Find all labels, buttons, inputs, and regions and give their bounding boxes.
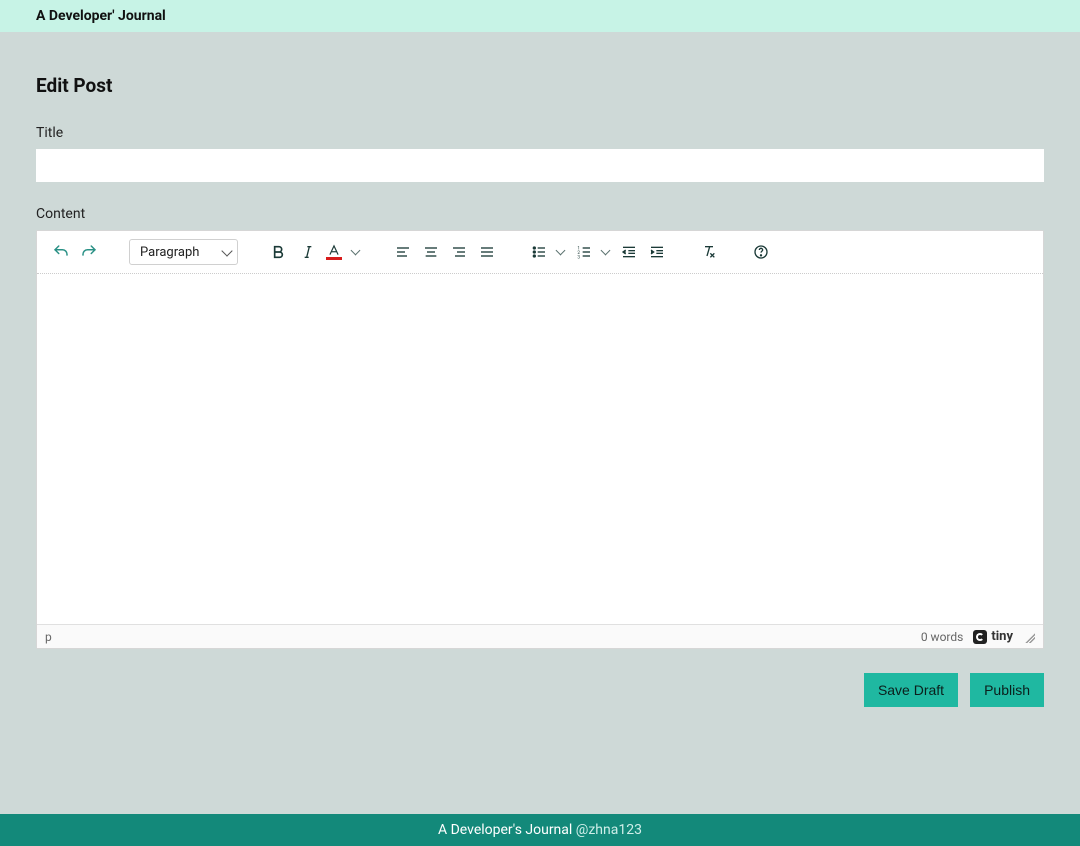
bullet-list-icon[interactable]: [527, 240, 551, 264]
tiny-badge-icon: [973, 630, 987, 644]
bold-icon[interactable]: [266, 240, 290, 264]
form-actions: Save Draft Publish: [36, 673, 1044, 707]
title-input[interactable]: [36, 149, 1044, 182]
align-center-icon[interactable]: [419, 240, 443, 264]
numbered-list-icon[interactable]: 123: [572, 240, 596, 264]
rich-text-editor: Paragraph: [36, 230, 1044, 649]
publish-button[interactable]: Publish: [970, 673, 1044, 707]
save-draft-button[interactable]: Save Draft: [864, 673, 958, 707]
editor-content-area[interactable]: [37, 274, 1043, 624]
clear-formatting-icon[interactable]: [697, 240, 721, 264]
help-icon[interactable]: [749, 240, 773, 264]
italic-icon[interactable]: [294, 240, 318, 264]
blocks-dropdown[interactable]: Paragraph: [129, 239, 238, 265]
indent-icon[interactable]: [645, 240, 669, 264]
forecolor-swatch: [326, 257, 342, 260]
site-title[interactable]: A Developer' Journal: [36, 8, 166, 24]
tiny-logo[interactable]: tiny: [973, 629, 1013, 644]
text-color-icon[interactable]: [322, 240, 346, 264]
align-justify-icon[interactable]: [475, 240, 499, 264]
numbered-list-chevron-icon[interactable]: [601, 246, 611, 256]
text-color-chevron-icon[interactable]: [351, 246, 361, 256]
editor-toolbar: Paragraph: [37, 231, 1043, 274]
main-content: Edit Post Title Content Paragraph: [0, 32, 1080, 814]
title-label: Title: [36, 125, 1044, 141]
undo-icon[interactable]: [49, 240, 73, 264]
footer-handle[interactable]: @zhna123: [576, 822, 642, 838]
element-path[interactable]: p: [45, 630, 52, 644]
bullet-list-chevron-icon[interactable]: [556, 246, 566, 256]
align-right-icon[interactable]: [447, 240, 471, 264]
editor-statusbar: p 0 words tiny: [37, 624, 1043, 648]
page-title: Edit Post: [36, 74, 1044, 97]
resize-handle-icon[interactable]: [1023, 631, 1035, 643]
chevron-down-icon: [222, 245, 233, 256]
word-count[interactable]: 0 words: [921, 630, 964, 644]
align-left-icon[interactable]: [391, 240, 415, 264]
blocks-selected: Paragraph: [140, 245, 199, 260]
site-header: A Developer' Journal: [0, 0, 1080, 32]
svg-text:3: 3: [578, 255, 581, 260]
footer-text: A Developer's Journal: [438, 822, 576, 838]
redo-icon[interactable]: [77, 240, 101, 264]
content-label: Content: [36, 206, 1044, 222]
site-footer: A Developer's Journal @zhna123: [0, 814, 1080, 846]
outdent-icon[interactable]: [617, 240, 641, 264]
